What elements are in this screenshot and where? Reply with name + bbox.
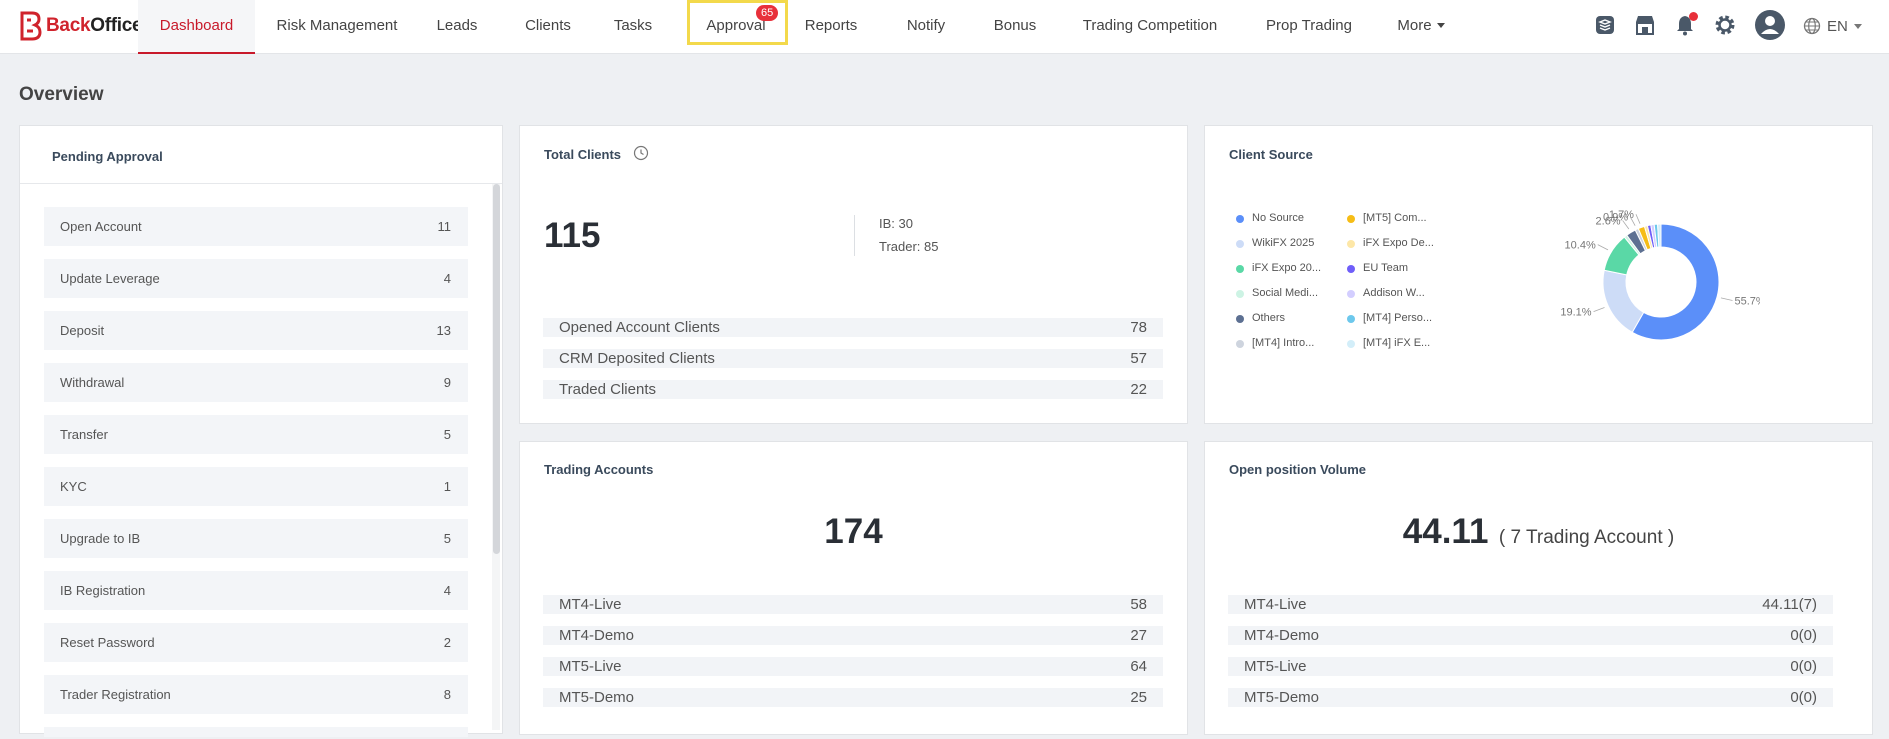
approval-item-reset-password[interactable]: Reset Password 2 [44,623,468,662]
client-source-donut-chart: 55.7%19.1%10.4%2.6%1.7%0.9% [1560,209,1760,341]
legend-dot [1347,340,1355,348]
approval-item-deposit[interactable]: Deposit 13 [44,311,468,350]
nav-reports[interactable]: Reports [796,0,866,54]
brand-name: BackOffice [46,15,143,36]
total-clients-value: 115 [544,216,601,255]
legend-dot [1347,265,1355,273]
nav-dashboard[interactable]: Dashboard [138,0,255,54]
approval-item-partial [44,727,468,737]
approval-item-update-leverage[interactable]: Update Leverage 4 [44,259,468,298]
op-mt4-demo-row: MT4-Demo 0(0) [1228,626,1833,645]
client-source-title: Client Source [1229,147,1313,162]
legend-dot [1236,315,1244,323]
data-label-leader [1593,307,1605,312]
mt5-demo-row: MT5-Demo 25 [543,688,1163,707]
avatar-icon[interactable] [1754,9,1786,41]
nav-leads[interactable]: Leads [427,0,487,54]
data-label-leader [1635,214,1641,224]
mt4-demo-row: MT4-Demo 27 [543,626,1163,645]
legend-dot [1236,265,1244,273]
open-position-volume-title: Open position Volume [1229,462,1366,477]
legend-dot [1347,215,1355,223]
page-title: Overview [19,84,104,105]
gear-icon[interactable] [1713,13,1737,37]
scrollbar-thumb[interactable] [493,184,500,554]
legend-dot [1347,315,1355,323]
nav-notify[interactable]: Notify [893,0,959,54]
data-label-leader [1597,244,1609,251]
total-clients-title: Total Clients [544,147,622,162]
nav-more[interactable]: More [1380,0,1462,54]
approval-item-kyc[interactable]: KYC 1 [44,467,468,506]
data-label: 10.4% [1565,240,1596,252]
opened-account-clients-row: Opened Account Clients 78 [543,318,1163,337]
open-position-summary: 44.11 ( 7 Trading Account ) [1205,512,1872,552]
mt5-live-row: MT5-Live 64 [543,657,1163,676]
language-label: EN [1827,17,1848,35]
chevron-down-icon [1436,23,1445,28]
legend-dot [1236,215,1244,223]
nav-trading-competition[interactable]: Trading Competition [1070,0,1230,54]
pending-approval-header: Pending Approval [20,126,502,184]
approval-item-open-account[interactable]: Open Account 11 [44,207,468,246]
nav-risk-management[interactable]: Risk Management [267,0,407,54]
layers-icon[interactable] [1593,13,1617,37]
nav-tasks[interactable]: Tasks [603,0,663,54]
op-mt5-demo-row: MT5-Demo 0(0) [1228,688,1833,707]
trader-count: Trader: 85 [879,239,939,254]
client-source-card: Client Source [1204,125,1873,424]
approval-item-trader-registration[interactable]: Trader Registration 8 [44,675,468,714]
traded-clients-row: Traded Clients 22 [543,380,1163,399]
data-label: 19.1% [1560,307,1591,319]
legend-dot [1236,290,1244,298]
approval-item-withdrawal[interactable]: Withdrawal 9 [44,363,468,402]
approval-item-transfer[interactable]: Transfer 5 [44,415,468,454]
language-selector[interactable]: EN [1803,12,1862,40]
approval-item-upgrade-to-ib[interactable]: Upgrade to IB 5 [44,519,468,558]
op-mt4-live-row: MT4-Live 44.11(7) [1228,595,1833,614]
nav-clients[interactable]: Clients [513,0,583,54]
trading-accounts-value: 174 [824,512,883,551]
mt4-live-row: MT4-Live 58 [543,595,1163,614]
logo-icon [20,11,42,41]
clock-icon[interactable] [633,145,649,161]
legend-dot [1236,340,1244,348]
nav-bonus[interactable]: Bonus [983,0,1047,54]
nav-prop-trading[interactable]: Prop Trading [1251,0,1367,54]
approval-badge: 65 [756,5,779,21]
data-label-leader [1720,297,1733,301]
legend-dot [1236,240,1244,248]
donut-slice[interactable] [1602,269,1645,334]
legend-dot [1347,240,1355,248]
open-position-value: 44.11 [1402,512,1489,551]
approval-item-ib-registration[interactable]: IB Registration 4 [44,571,468,610]
pending-approval-title: Pending Approval [52,149,163,164]
globe-icon [1803,17,1821,35]
brand-logo[interactable]: BackOffice [18,11,143,41]
ib-count: IB: 30 [879,216,913,231]
store-icon[interactable] [1633,13,1657,37]
chevron-down-icon [1853,23,1862,29]
data-label: 0.9% [1603,212,1628,224]
crm-deposited-clients-row: CRM Deposited Clients 57 [543,349,1163,368]
data-label: 55.7% [1735,295,1760,307]
top-navbar: BackOffice Dashboard Risk Management Lea… [0,0,1889,54]
trading-accounts-title: Trading Accounts [544,462,654,477]
op-mt5-live-row: MT5-Live 0(0) [1228,657,1833,676]
divider [854,215,855,256]
open-position-accounts: ( 7 Trading Account ) [1498,527,1675,548]
notification-dot [1689,12,1698,21]
legend-dot [1347,290,1355,298]
